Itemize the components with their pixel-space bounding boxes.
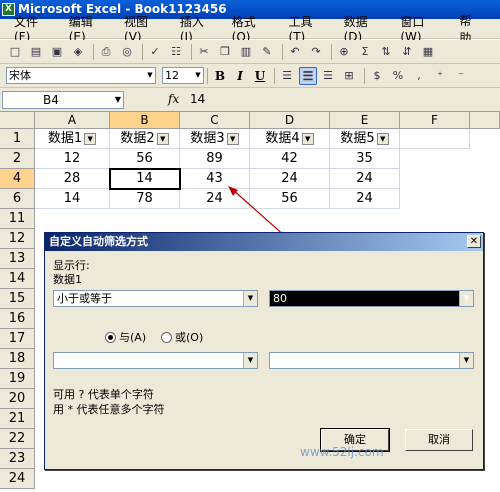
operator1-select[interactable]: 小于或等于 ▼ bbox=[53, 290, 258, 307]
operator2-select[interactable]: ▼ bbox=[53, 352, 258, 369]
formula-bar: B4 ▼ fx 14 bbox=[0, 88, 500, 112]
custom-autofilter-dialog: 自定义自动筛选方式 ✕ 显示行: 数据1 小于或等于 ▼ 80 ▼ 与(A) 或… bbox=[44, 232, 484, 470]
autosum-icon[interactable]: Σ bbox=[356, 43, 374, 61]
toolbar-separator bbox=[282, 43, 283, 60]
dialog-title-bar: 自定义自动筛选方式 ✕ bbox=[45, 233, 483, 251]
or-label: 或(O) bbox=[175, 331, 204, 344]
or-radio[interactable]: 或(O) bbox=[161, 329, 203, 345]
dialog-title: 自定义自动筛选方式 bbox=[49, 235, 148, 248]
currency-icon[interactable]: $ bbox=[368, 67, 386, 85]
comma-style-icon[interactable]: , bbox=[410, 67, 428, 85]
chevron-down-icon: ▼ bbox=[243, 353, 257, 368]
hyperlink-icon[interactable]: ⊕ bbox=[335, 43, 353, 61]
field-name-label: 数据1 bbox=[53, 273, 82, 286]
toolbar-separator bbox=[207, 67, 208, 84]
copy-icon[interactable]: ❐ bbox=[216, 43, 234, 61]
italic-button[interactable]: I bbox=[231, 67, 249, 85]
chevron-down-icon: ▼ bbox=[459, 291, 473, 306]
chevron-down-icon: ▼ bbox=[114, 95, 121, 104]
font-name-select[interactable]: 宋体 ▼ bbox=[6, 67, 156, 84]
paste-icon[interactable]: ▥ bbox=[237, 43, 255, 61]
cancel-button[interactable]: 取消 bbox=[405, 429, 473, 451]
bold-button[interactable]: B bbox=[211, 67, 229, 85]
sort-ascending-icon[interactable]: ⇅ bbox=[377, 43, 395, 61]
percent-icon[interactable]: % bbox=[389, 67, 407, 85]
open-icon[interactable]: ▤ bbox=[27, 43, 45, 61]
function-icon[interactable]: fx bbox=[168, 92, 179, 106]
new-icon[interactable]: □ bbox=[6, 43, 24, 61]
chevron-down-icon: ▼ bbox=[243, 291, 257, 306]
toolbar-separator bbox=[191, 43, 192, 60]
radio-selected-icon bbox=[105, 331, 116, 343]
name-box-value: B4 bbox=[43, 93, 59, 107]
align-left-icon[interactable]: ☰ bbox=[278, 67, 296, 85]
toolbar-separator bbox=[142, 43, 143, 60]
watermark: www.52lj.com bbox=[300, 445, 384, 459]
save-icon[interactable]: ▣ bbox=[48, 43, 66, 61]
and-label: 与(A) bbox=[119, 331, 147, 344]
print-preview-icon[interactable]: ◎ bbox=[118, 43, 136, 61]
cut-icon[interactable]: ✂ bbox=[195, 43, 213, 61]
decrease-decimal-icon[interactable]: ⁻ bbox=[452, 67, 470, 85]
chevron-down-icon: ▼ bbox=[147, 71, 153, 79]
value1-input[interactable]: 80 ▼ bbox=[269, 290, 474, 307]
font-size-value: 12 bbox=[165, 69, 179, 82]
sort-descending-icon[interactable]: ⇵ bbox=[398, 43, 416, 61]
value2-input[interactable]: ▼ bbox=[269, 352, 474, 369]
toolbar-separator bbox=[93, 43, 94, 60]
print-icon[interactable]: ⎙ bbox=[97, 43, 115, 61]
format-painter-icon[interactable]: ✎ bbox=[258, 43, 276, 61]
and-radio[interactable]: 与(A) bbox=[105, 329, 146, 345]
font-size-select[interactable]: 12 ▼ bbox=[162, 67, 204, 84]
align-center-icon[interactable]: ☰ bbox=[299, 66, 317, 85]
close-icon[interactable]: ✕ bbox=[467, 235, 481, 248]
formatting-toolbar: 宋体 ▼ 12 ▼ B I U ☰ ☰ ☰ ⊞ $ % , ⁺ ⁻ bbox=[0, 64, 500, 88]
toolbar-separator bbox=[331, 43, 332, 60]
chart-wizard-icon[interactable]: ▦ bbox=[419, 43, 437, 61]
align-right-icon[interactable]: ☰ bbox=[319, 67, 337, 85]
operator1-value: 小于或等于 bbox=[57, 292, 112, 305]
radio-unselected-icon bbox=[161, 331, 172, 343]
toolbar-separator bbox=[364, 67, 365, 84]
chevron-down-icon: ▼ bbox=[459, 353, 473, 368]
menu-bar: 文件(F) 编辑(E) 视图(V) 插入(I) 格式(O) 工具(T) 数据(D… bbox=[0, 14, 500, 45]
undo-icon[interactable]: ↶ bbox=[286, 43, 304, 61]
underline-button[interactable]: U bbox=[251, 67, 269, 85]
increase-decimal-icon[interactable]: ⁺ bbox=[431, 67, 449, 85]
formula-input[interactable]: 14 bbox=[190, 92, 205, 106]
permission-icon[interactable]: ◈ bbox=[69, 43, 87, 61]
hint-single-char: 可用 ? 代表单个字符 bbox=[53, 388, 154, 401]
hint-multi-char: 用 * 代表任意多个字符 bbox=[53, 403, 165, 416]
spelling-icon[interactable]: ✓ bbox=[146, 43, 164, 61]
value1-text: 80 bbox=[273, 292, 287, 305]
redo-icon[interactable]: ↷ bbox=[307, 43, 325, 61]
toolbar-separator bbox=[274, 67, 275, 84]
standard-toolbar: □ ▤ ▣ ◈ ⎙ ◎ ✓ ☷ ✂ ❐ ▥ ✎ ↶ ↷ ⊕ Σ ⇅ ⇵ ▦ bbox=[0, 40, 500, 64]
name-box[interactable]: B4 ▼ bbox=[2, 91, 124, 109]
chevron-down-icon: ▼ bbox=[195, 71, 201, 79]
research-icon[interactable]: ☷ bbox=[167, 43, 185, 61]
merge-center-icon[interactable]: ⊞ bbox=[340, 67, 358, 85]
font-name-value: 宋体 bbox=[9, 69, 31, 82]
